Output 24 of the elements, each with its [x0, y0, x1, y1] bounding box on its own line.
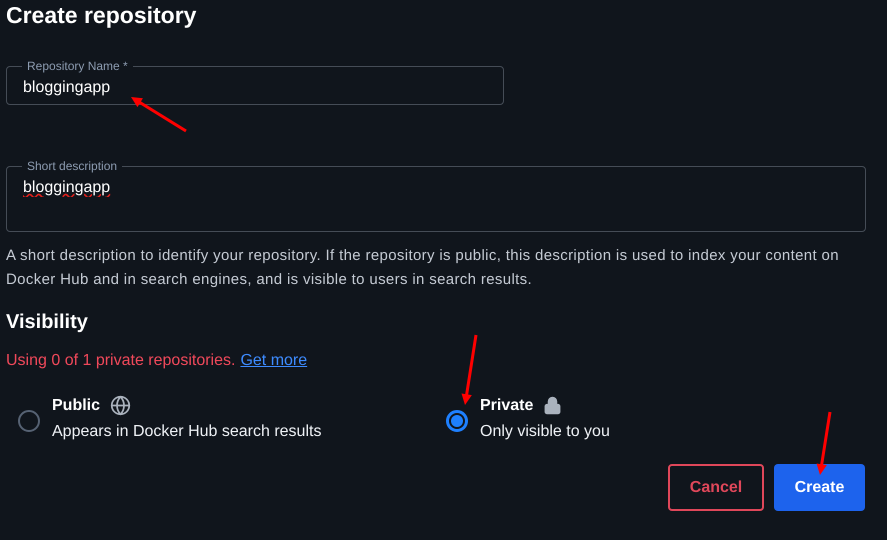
radio-button[interactable]	[446, 410, 468, 432]
option-label: Public	[52, 396, 100, 416]
get-more-link[interactable]: Get more	[240, 351, 308, 371]
option-description: Appears in Docker Hub search results	[52, 422, 322, 442]
radio-button[interactable]	[18, 410, 40, 432]
short-description-input[interactable]: bloggingapp	[23, 175, 849, 201]
short-description-field[interactable]: Short description bloggingapp	[6, 159, 866, 232]
option-description: Only visible to you	[480, 422, 610, 442]
cancel-button[interactable]: Cancel	[668, 464, 764, 511]
repository-name-input[interactable]: bloggingapp	[23, 75, 487, 101]
help-text: A short description to identify your repository. If the repository is public, this description is used to index your content on Docker Hub and in search engines, and is visible to users in search results.	[6, 246, 840, 290]
create-button[interactable]: Create	[774, 464, 865, 511]
field-label: Short description	[26, 159, 118, 173]
globe-icon	[110, 395, 132, 416]
field-label: Repository Name *	[26, 59, 129, 73]
repository-name-field[interactable]: Repository Name * bloggingapp	[6, 59, 504, 105]
usage-text: Using 0 of 1 private repositories.	[6, 351, 236, 371]
annotation-arrow	[462, 334, 478, 405]
page-title: Create repository	[6, 1, 198, 29]
annotation-arrow	[131, 97, 187, 132]
lock-icon	[543, 396, 562, 415]
section-heading: Visibility	[6, 310, 89, 335]
option-label: Private	[480, 396, 534, 416]
annotation-arrow	[816, 412, 832, 475]
